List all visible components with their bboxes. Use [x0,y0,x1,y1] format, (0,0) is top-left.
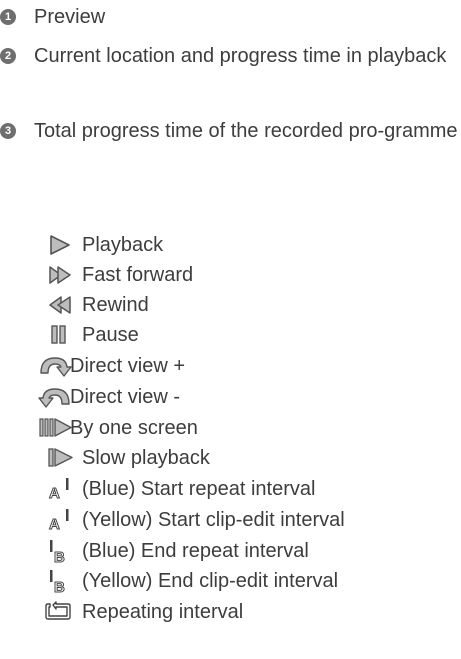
legend-row-pause: Pause [0,320,461,350]
legend-row-yellow-start-clip-edit: A (Yellow) Start clip-edit interval [0,505,461,535]
legend-row-rewind: Rewind [0,290,461,320]
legend-row-playback: Playback [0,230,461,260]
legend-label: Repeating interval [82,601,244,623]
pause-icon [48,323,76,347]
legend-label: Direct view + [70,355,186,377]
svg-text:A: A [49,516,60,532]
legend-label: Fast forward [82,264,194,286]
end-interval-icon: B [48,569,76,593]
repeat-interval-icon [44,600,72,624]
legend-label: (Blue) End repeat interval [82,540,309,562]
callout-number-badge: 3 [0,123,16,139]
direct-view-plus-icon [38,354,72,378]
callout-text: Current location and progress time in pl… [34,45,447,67]
legend-label: Pause [82,324,139,346]
svg-text:B: B [54,549,65,563]
slow-playback-icon [46,446,74,470]
legend-label: By one screen [70,417,198,439]
callout-number-badge: 2 [0,48,16,64]
legend-row-blue-end-repeat: B (Blue) End repeat interval [0,536,461,566]
legend-label: (Yellow) End clip-edit interval [82,570,339,592]
play-icon [48,233,76,257]
legend-row-slow-playback: Slow playback [0,443,461,473]
legend-label: Direct view - [70,386,181,408]
legend-label: Rewind [82,294,149,316]
legend-label: (Yellow) Start clip-edit interval [82,509,345,531]
legend-row-blue-start-repeat: A (Blue) Start repeat interval [0,474,461,504]
legend-label: Slow playback [82,447,210,469]
legend-label: (Blue) Start repeat interval [82,478,316,500]
by-one-screen-icon [38,416,72,440]
fast-forward-icon [48,263,76,287]
callout-text: Preview [34,6,106,28]
end-interval-icon: B [48,539,76,563]
svg-text:B: B [54,579,65,593]
direct-view-minus-icon [38,385,72,409]
callout-text: Total progress time of the recorded pro-… [34,120,458,142]
legend-label: Playback [82,234,164,256]
start-interval-icon: A [48,508,76,532]
start-interval-icon: A [48,477,76,501]
rewind-icon [48,293,76,317]
svg-text:A: A [49,485,60,501]
legend-row-direct-view-minus: Direct view - [0,382,461,412]
legend-row-fast-forward: Fast forward [0,260,461,290]
legend-row-direct-view-plus: Direct view + [0,351,461,381]
legend-row-repeating-interval: Repeating interval [0,597,461,627]
legend-row-by-one-screen: By one screen [0,413,461,443]
legend-row-yellow-end-clip-edit: B (Yellow) End clip-edit interval [0,566,461,596]
callout-number-badge: 1 [0,9,16,25]
